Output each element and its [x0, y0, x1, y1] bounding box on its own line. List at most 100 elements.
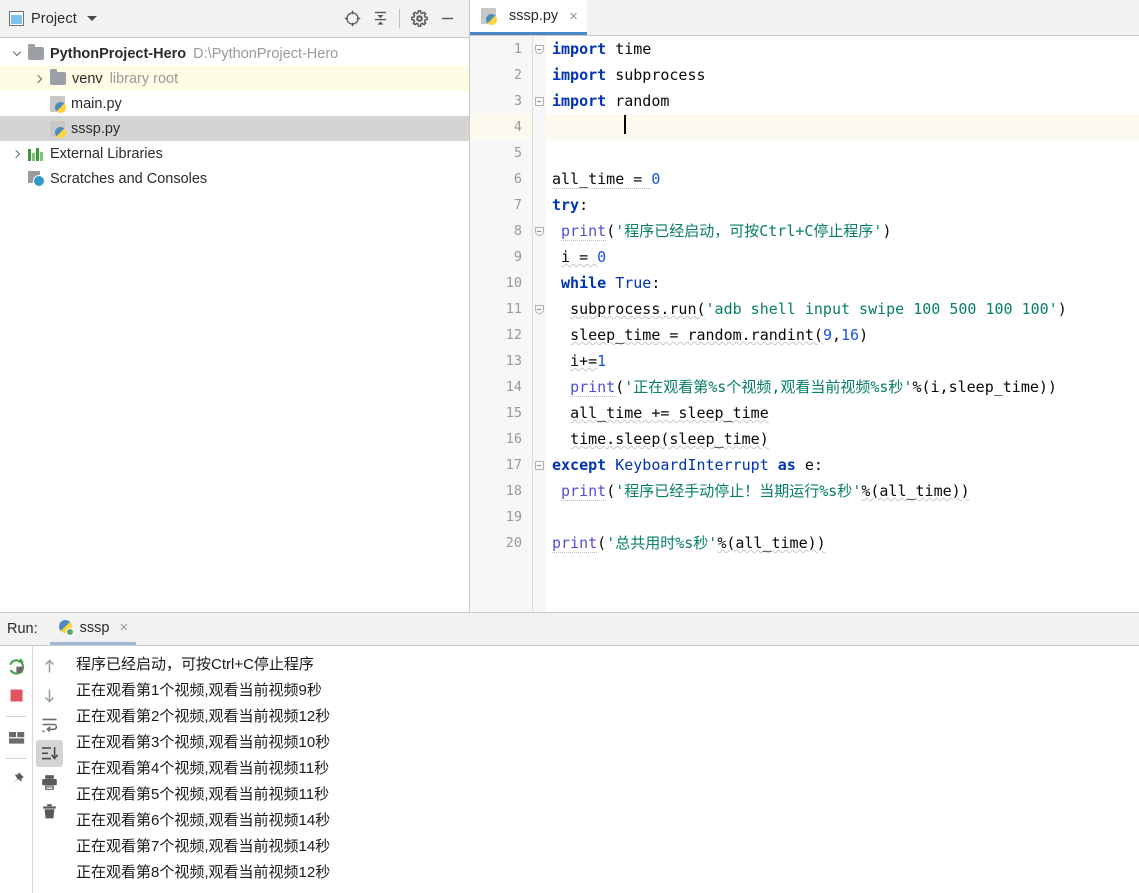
toolbar-divider	[399, 9, 400, 28]
scroll-down-button[interactable]	[36, 682, 63, 709]
minimize-icon	[441, 17, 453, 20]
caret-down-icon[interactable]	[86, 16, 97, 21]
code-line-12: sleep_time = random.randint(9,16)	[546, 322, 1139, 348]
twisty-collapsed[interactable]	[6, 149, 28, 158]
code-line-7: try:	[546, 192, 1139, 218]
fold-region-toggle[interactable]	[533, 95, 545, 107]
run-toolbar-right	[33, 646, 66, 893]
clear-all-button[interactable]	[36, 798, 63, 825]
token-function: print	[561, 222, 607, 241]
token-string: '程序已经启动，可按Ctrl+C停止程序'	[615, 222, 883, 240]
collapse-all-button[interactable]	[366, 5, 394, 33]
soft-wrap-button[interactable]	[36, 711, 63, 738]
run-tab-sssp[interactable]: sssp ×	[49, 613, 137, 645]
editor-tab-bar: sssp.py ×	[470, 0, 1139, 36]
twisty-collapsed[interactable]	[28, 74, 50, 83]
stop-button[interactable]	[3, 682, 30, 709]
settings-button[interactable]	[405, 5, 433, 33]
token-identifier: time	[606, 40, 652, 58]
tree-label-main-py: main.py	[71, 95, 122, 112]
tree-row-venv[interactable]: venv library root	[0, 66, 469, 91]
pin-icon	[10, 772, 24, 786]
layout-settings-button[interactable]	[3, 724, 30, 751]
token-punct: (	[606, 482, 616, 500]
token-punct: %(all_time))	[861, 482, 970, 500]
rerun-icon	[9, 658, 24, 675]
token-keyword: except	[552, 456, 607, 474]
rerun-button[interactable]	[3, 653, 30, 680]
tree-row-external-libraries[interactable]: External Libraries	[0, 141, 469, 166]
token-punct: ,	[831, 326, 841, 344]
token-identifier: i+=	[570, 352, 598, 370]
token-number: 1	[597, 352, 607, 370]
settings-gear-icon	[410, 10, 428, 27]
tree-row-scratches[interactable]: Scratches and Consoles	[0, 166, 469, 191]
project-title-group[interactable]: Project	[9, 11, 97, 27]
scroll-up-button[interactable]	[36, 653, 63, 680]
code-line-13: i+=1	[546, 348, 1139, 374]
code-line-15: all_time += sleep_time	[546, 400, 1139, 426]
project-panel-toolbar	[338, 5, 461, 33]
python-file-icon	[50, 120, 66, 138]
print-icon	[42, 775, 57, 790]
tree-label-sssp-py: sssp.py	[71, 120, 121, 137]
token-keyword: as	[777, 456, 796, 474]
scratches-icon	[28, 171, 45, 187]
token-punct: (	[606, 222, 616, 240]
close-icon[interactable]: ×	[119, 620, 128, 635]
tree-tag-library-root: library root	[109, 70, 179, 87]
token-identifier: e:	[795, 456, 823, 474]
run-panel-body: 程序已经启动，可按Ctrl+C停止程序 正在观看第1个视频,观看当前视频9秒 正…	[0, 646, 1139, 893]
token-string: '正在观看第%s个视频,观看当前视频%s秒'	[624, 378, 913, 396]
fold-region-toggle[interactable]	[533, 43, 545, 55]
token-string: 'adb shell input swipe 100 500 100 100'	[705, 300, 1058, 318]
minimize-button[interactable]	[433, 5, 461, 33]
fold-region-toggle[interactable]	[533, 459, 545, 471]
pin-button[interactable]	[3, 766, 30, 793]
tree-row-sssp-py[interactable]: sssp.py	[0, 116, 469, 141]
token-punct: (	[615, 378, 625, 396]
code-line-9: i = 0	[546, 244, 1139, 270]
code-line-11: subprocess.run('adb shell input swipe 10…	[546, 296, 1139, 322]
python-run-icon	[58, 619, 74, 636]
code-line-10: while True:	[546, 270, 1139, 296]
token-function: print	[570, 378, 616, 397]
token-identifier: :	[579, 196, 589, 214]
code-line-4	[546, 114, 1139, 140]
locate-target-icon	[344, 10, 360, 27]
token-keyword: import	[552, 40, 607, 58]
editor-area: sssp.py × 1 2 3 4 5 6 7 8 9 10 11 12 13 …	[470, 0, 1139, 612]
tree-label-root: PythonProject-Hero	[50, 45, 187, 62]
project-panel-title: Project	[31, 10, 77, 27]
token-punct: (	[597, 534, 607, 552]
close-icon[interactable]: ×	[569, 9, 578, 24]
code-folding-strip[interactable]	[532, 36, 546, 612]
token-keyword: try	[552, 196, 580, 214]
fold-region-toggle[interactable]	[533, 303, 545, 315]
toolbar-separator	[6, 758, 26, 759]
editor-tab-sssp-py[interactable]: sssp.py ×	[470, 0, 587, 35]
code-editor[interactable]: import time import subprocess import ran…	[546, 36, 1139, 612]
run-console-output[interactable]: 程序已经启动，可按Ctrl+C停止程序 正在观看第1个视频,观看当前视频9秒 正…	[66, 646, 1139, 893]
token-function: print	[552, 534, 598, 553]
python-file-icon	[481, 8, 497, 25]
token-punct: )	[882, 222, 892, 240]
token-punct: )	[859, 326, 869, 344]
fold-region-toggle[interactable]	[533, 225, 545, 237]
console-line: 正在观看第1个视频,观看当前视频9秒	[76, 682, 322, 699]
token-string: '总共用时%s秒'	[606, 534, 718, 552]
token-identifier: subprocess.run(	[570, 300, 706, 318]
scroll-to-end-button[interactable]	[36, 740, 63, 767]
editor-gutter[interactable]: 1 2 3 4 5 6 7 8 9 10 11 12 13 14 15 16 1	[470, 36, 546, 612]
code-line-17: except KeyboardInterrupt as e:	[546, 452, 1139, 478]
code-line-20: print('总共用时%s秒'%(all_time))	[546, 530, 1139, 556]
code-line-16: time.sleep(sleep_time)	[546, 426, 1139, 452]
code-wrap: 1 2 3 4 5 6 7 8 9 10 11 12 13 14 15 16 1	[470, 36, 1139, 612]
locate-target-button[interactable]	[338, 5, 366, 33]
tree-row-main-py[interactable]: main.py	[0, 91, 469, 116]
tree-row-project-root[interactable]: PythonProject-Hero D:\PythonProject-Hero	[0, 41, 469, 66]
twisty-expanded[interactable]	[6, 47, 28, 57]
print-button[interactable]	[36, 769, 63, 796]
